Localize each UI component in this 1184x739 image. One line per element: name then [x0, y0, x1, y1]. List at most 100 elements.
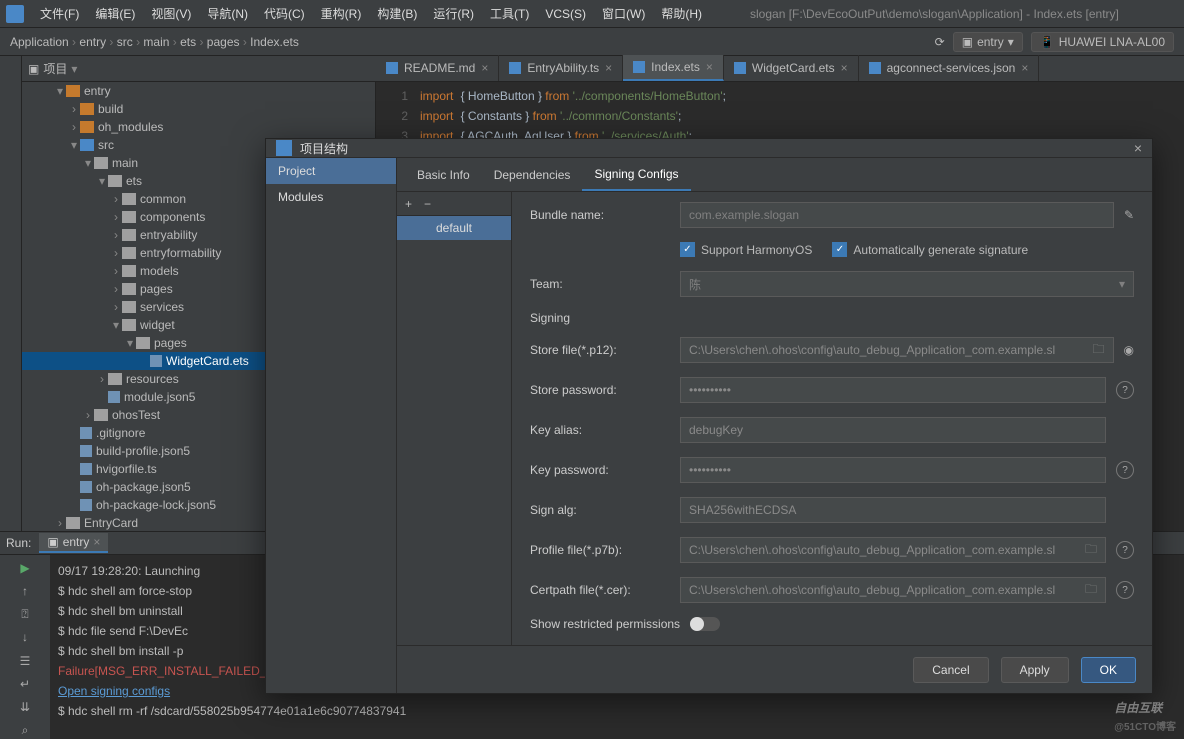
nav-modules[interactable]: Modules [266, 184, 396, 210]
app-logo-icon [6, 5, 24, 23]
folder-icon[interactable]: 🗀 [1085, 540, 1097, 561]
close-icon[interactable]: × [605, 61, 612, 75]
dialog-tabs: Basic Info Dependencies Signing Configs [397, 158, 1152, 192]
close-icon[interactable]: × [93, 535, 100, 549]
console-line: $ hdc shell rm -rf /sdcard/558025b954774… [58, 701, 1176, 721]
breadcrumb-bar: ApplicationentrysrcmainetspagesIndex.ets… [0, 28, 1184, 56]
menu-item[interactable]: 视图(V) [143, 7, 199, 21]
menu-item[interactable]: 窗口(W) [594, 7, 653, 21]
dialog-title: 项目结构 [300, 140, 1134, 157]
menu-item[interactable]: 编辑(E) [87, 7, 143, 21]
key-password-field[interactable]: •••••••••• [680, 457, 1106, 483]
tree-folder[interactable]: ▾entry [22, 82, 375, 100]
nav-project[interactable]: Project [266, 158, 396, 184]
device-selector[interactable]: 📱 HUAWEI LNA-AL00 [1031, 32, 1174, 52]
bundle-name-field[interactable]: com.example.slogan [680, 202, 1114, 228]
fingerprint-icon[interactable]: ◉ [1124, 343, 1134, 357]
store-password-field[interactable]: •••••••••• [680, 377, 1106, 403]
file-icon [734, 62, 746, 74]
team-select[interactable]: 陈▾ [680, 271, 1134, 297]
breadcrumb: ApplicationentrysrcmainetspagesIndex.ets [10, 35, 299, 49]
signing-section-label: Signing [530, 311, 1134, 325]
menu-item[interactable]: 工具(T) [482, 7, 537, 21]
chevron-down-icon: ▾ [1119, 277, 1125, 291]
stop-icon[interactable]: ⍰ [15, 606, 35, 623]
print-icon[interactable]: ☰ [15, 652, 35, 669]
sign-alg-field[interactable]: SHA256withECDSA [680, 497, 1106, 523]
close-icon[interactable]: × [841, 61, 848, 75]
file-icon [386, 62, 398, 74]
editor-tab[interactable]: agconnect-services.json× [859, 55, 1040, 81]
menu-item[interactable]: 导航(N) [199, 7, 256, 21]
breadcrumb-item[interactable]: entry [79, 35, 116, 49]
profile-file-field[interactable]: C:\Users\chen\.ohos\config\auto_debug_Ap… [680, 537, 1106, 563]
rerun-icon[interactable]: ▶ [15, 559, 35, 576]
restricted-permissions-toggle[interactable] [690, 617, 720, 631]
breadcrumb-item[interactable]: Application [10, 35, 79, 49]
breadcrumb-item[interactable]: ets [180, 35, 207, 49]
config-default[interactable]: default [397, 216, 511, 240]
menu-item[interactable]: VCS(S) [537, 7, 594, 21]
profile-file-label: Profile file(*.p7b): [530, 543, 670, 557]
store-file-label: Store file(*.p12): [530, 343, 670, 357]
run-toolbar: ▶ ↑ ⍰ ↓ ☰ ↵ ⇊ ⌕ [0, 555, 50, 739]
help-icon[interactable]: ? [1116, 381, 1134, 399]
menu-item[interactable]: 运行(R) [425, 7, 482, 21]
menu-item[interactable]: 重构(R) [313, 7, 370, 21]
key-alias-field[interactable]: debugKey [680, 417, 1106, 443]
filter-icon[interactable]: ⌕ [15, 722, 35, 739]
menu-item[interactable]: 代码(C) [256, 7, 313, 21]
file-icon [869, 62, 881, 74]
tab-dependencies[interactable]: Dependencies [482, 160, 583, 190]
close-icon[interactable]: × [1134, 140, 1142, 156]
menu-item[interactable]: 构建(B) [369, 7, 425, 21]
run-label: Run: [6, 536, 31, 550]
key-password-label: Key password: [530, 463, 670, 477]
close-icon[interactable]: × [481, 61, 488, 75]
help-icon[interactable]: ? [1116, 581, 1134, 599]
menu-item[interactable]: 帮助(H) [653, 7, 710, 21]
auto-generate-signature-checkbox[interactable]: ✓Automatically generate signature [832, 242, 1028, 257]
ok-button[interactable]: OK [1081, 657, 1136, 683]
certpath-file-field[interactable]: C:\Users\chen\.ohos\config\auto_debug_Ap… [680, 577, 1106, 603]
apply-button[interactable]: Apply [1001, 657, 1069, 683]
editor-tab[interactable]: EntryAbility.ts× [499, 55, 623, 81]
breadcrumb-item[interactable]: src [117, 35, 144, 49]
editor-tab[interactable]: WidgetCard.ets× [724, 55, 859, 81]
store-file-field[interactable]: C:\Users\chen\.ohos\config\auto_debug_Ap… [680, 337, 1114, 363]
sync-icon[interactable]: ⟳ [935, 35, 945, 49]
down-icon[interactable]: ↓ [15, 629, 35, 646]
tab-basic-info[interactable]: Basic Info [405, 160, 482, 190]
support-harmonyos-checkbox[interactable]: ✓Support HarmonyOS [680, 242, 812, 257]
editor-tabs: README.md×EntryAbility.ts×Index.ets×Widg… [376, 56, 1184, 82]
wrap-icon[interactable]: ↵ [15, 675, 35, 692]
tree-folder[interactable]: ›oh_modules [22, 118, 375, 136]
breadcrumb-item[interactable]: Index.ets [250, 35, 299, 49]
dialog-logo-icon [276, 140, 292, 156]
run-tab[interactable]: ▣ entry× [39, 533, 108, 553]
edit-icon[interactable]: ✎ [1124, 208, 1134, 222]
file-icon [509, 62, 521, 74]
tree-folder[interactable]: ›build [22, 100, 375, 118]
breadcrumb-item[interactable]: pages [207, 35, 250, 49]
editor-tab[interactable]: Index.ets× [623, 55, 724, 81]
scroll-icon[interactable]: ⇊ [15, 699, 35, 716]
help-icon[interactable]: ? [1116, 461, 1134, 479]
tab-signing-configs[interactable]: Signing Configs [582, 159, 690, 191]
editor-tab[interactable]: README.md× [376, 55, 499, 81]
add-icon[interactable]: + [405, 197, 412, 211]
help-icon[interactable]: ? [1116, 541, 1134, 559]
signing-form: Bundle name: com.example.slogan ✎ ✓Suppo… [512, 192, 1152, 645]
team-label: Team: [530, 277, 670, 291]
folder-icon[interactable]: 🗀 [1093, 340, 1105, 361]
watermark: 自由互联 @51CTO博客 [1114, 692, 1176, 733]
menu-item[interactable]: 文件(F) [32, 7, 87, 21]
close-icon[interactable]: × [706, 60, 713, 74]
close-icon[interactable]: × [1021, 61, 1028, 75]
breadcrumb-item[interactable]: main [143, 35, 180, 49]
up-icon[interactable]: ↑ [15, 582, 35, 599]
folder-icon[interactable]: 🗀 [1085, 580, 1097, 601]
remove-icon[interactable]: − [424, 197, 431, 211]
run-target-selector[interactable]: ▣ entry ▾ [953, 32, 1023, 52]
cancel-button[interactable]: Cancel [913, 657, 988, 683]
